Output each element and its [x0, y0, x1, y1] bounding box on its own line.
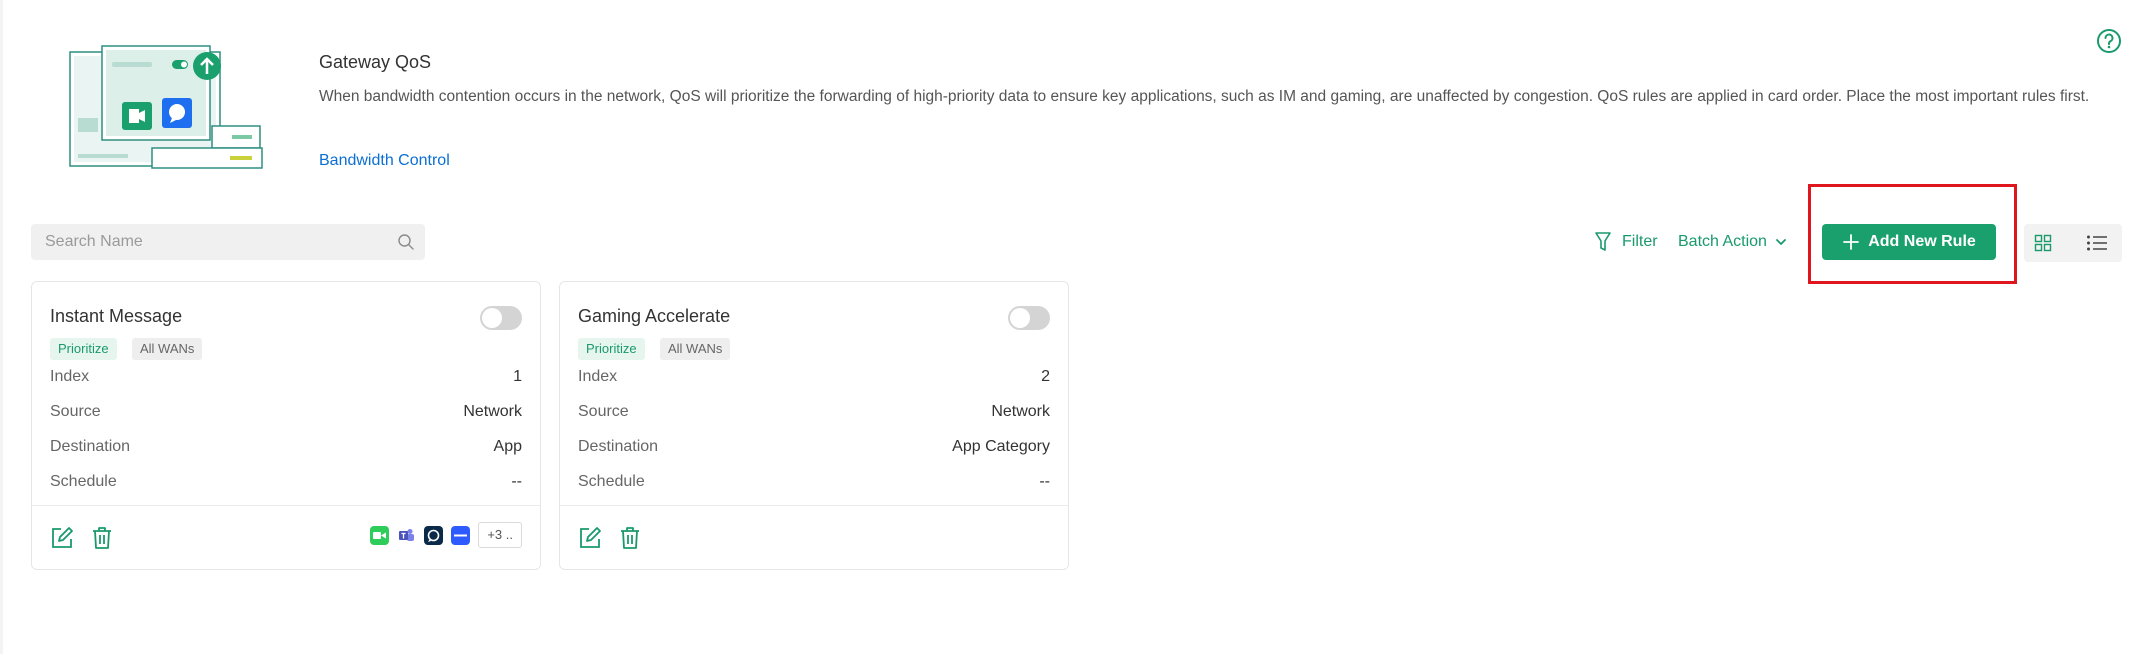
schedule-row: Schedule --	[578, 473, 1050, 495]
filter-label: Filter	[1622, 233, 1658, 250]
left-rail	[0, 0, 3, 654]
rule-enable-toggle[interactable]	[480, 306, 522, 330]
row-value: Network	[463, 403, 522, 420]
row-label: Source	[50, 403, 101, 420]
row-value: 2	[1041, 368, 1050, 385]
edit-icon[interactable]	[50, 526, 74, 550]
list-view-button[interactable]	[2080, 228, 2114, 258]
rule-name: Instant Message	[50, 306, 183, 326]
index-row: Index 1	[50, 368, 522, 390]
header-text: Gateway QoS When bandwidth contention oc…	[319, 52, 2119, 109]
filter-icon	[1595, 232, 1611, 251]
priority-tag: Prioritize	[50, 338, 117, 360]
search-box	[31, 224, 425, 260]
row-label: Source	[578, 403, 629, 420]
app-icons: +3 ..	[370, 522, 522, 548]
row-value: App Category	[952, 438, 1050, 455]
row-label: Destination	[50, 438, 131, 455]
grid-view-icon	[2034, 234, 2052, 252]
edit-icon[interactable]	[578, 526, 602, 550]
teams-icon	[397, 525, 417, 545]
facetime-icon	[370, 525, 390, 545]
rule-card[interactable]: Instant Message Prioritize All WANs Inde…	[31, 281, 541, 570]
search-icon[interactable]	[397, 233, 415, 251]
row-value: 1	[513, 368, 522, 385]
chevron-down-icon	[1776, 239, 1786, 245]
rule-name: Gaming Accelerate	[578, 306, 731, 326]
priority-tag: Prioritize	[578, 338, 645, 360]
search-input[interactable]	[31, 224, 425, 260]
index-row: Index 2	[578, 368, 1050, 390]
schedule-row: Schedule --	[50, 473, 522, 495]
page-title: Gateway QoS	[319, 52, 432, 72]
row-value: --	[511, 473, 522, 490]
list-view-icon	[2087, 235, 2107, 251]
wan-tag: All WANs	[132, 338, 203, 360]
source-row: Source Network	[50, 403, 522, 425]
row-label: Schedule	[50, 473, 117, 490]
delete-icon[interactable]	[618, 526, 642, 550]
batch-action-label: Batch Action	[1678, 233, 1767, 250]
wan-tag: All WANs	[660, 338, 731, 360]
qos-illustration	[69, 45, 263, 169]
row-label: Schedule	[578, 473, 645, 490]
page-description: When bandwidth contention occurs in the …	[319, 88, 2090, 105]
destination-row: Destination App Category	[578, 438, 1050, 460]
filter-button[interactable]: Filter	[1594, 228, 1658, 256]
row-label: Index	[50, 368, 90, 385]
delete-icon[interactable]	[90, 526, 114, 550]
zoom-icon	[451, 525, 471, 545]
rule-card[interactable]: Gaming Accelerate Prioritize All WANs In…	[559, 281, 1069, 570]
batch-action-dropdown[interactable]: Batch Action	[1678, 228, 1787, 256]
add-new-rule-button[interactable]: Add New Rule	[1822, 224, 1996, 260]
row-value: Network	[991, 403, 1050, 420]
add-new-rule-label: Add New Rule	[1868, 233, 1976, 250]
card-divider	[560, 505, 1068, 506]
row-label: Destination	[578, 438, 659, 455]
row-label: Index	[578, 368, 618, 385]
bandwidth-control-link[interactable]: Bandwidth Control	[319, 152, 450, 170]
row-value: --	[1039, 473, 1050, 490]
row-value: App	[493, 438, 522, 455]
plus-icon	[1843, 234, 1860, 250]
card-divider	[32, 505, 540, 506]
source-row: Source Network	[578, 403, 1050, 425]
grid-view-button[interactable]	[2029, 228, 2057, 258]
help-circle-icon[interactable]	[2096, 28, 2122, 54]
signal-icon	[424, 525, 444, 545]
more-apps-button[interactable]: +3 ..	[478, 522, 522, 548]
destination-row: Destination App	[50, 438, 522, 460]
rule-enable-toggle[interactable]	[1008, 306, 1050, 330]
